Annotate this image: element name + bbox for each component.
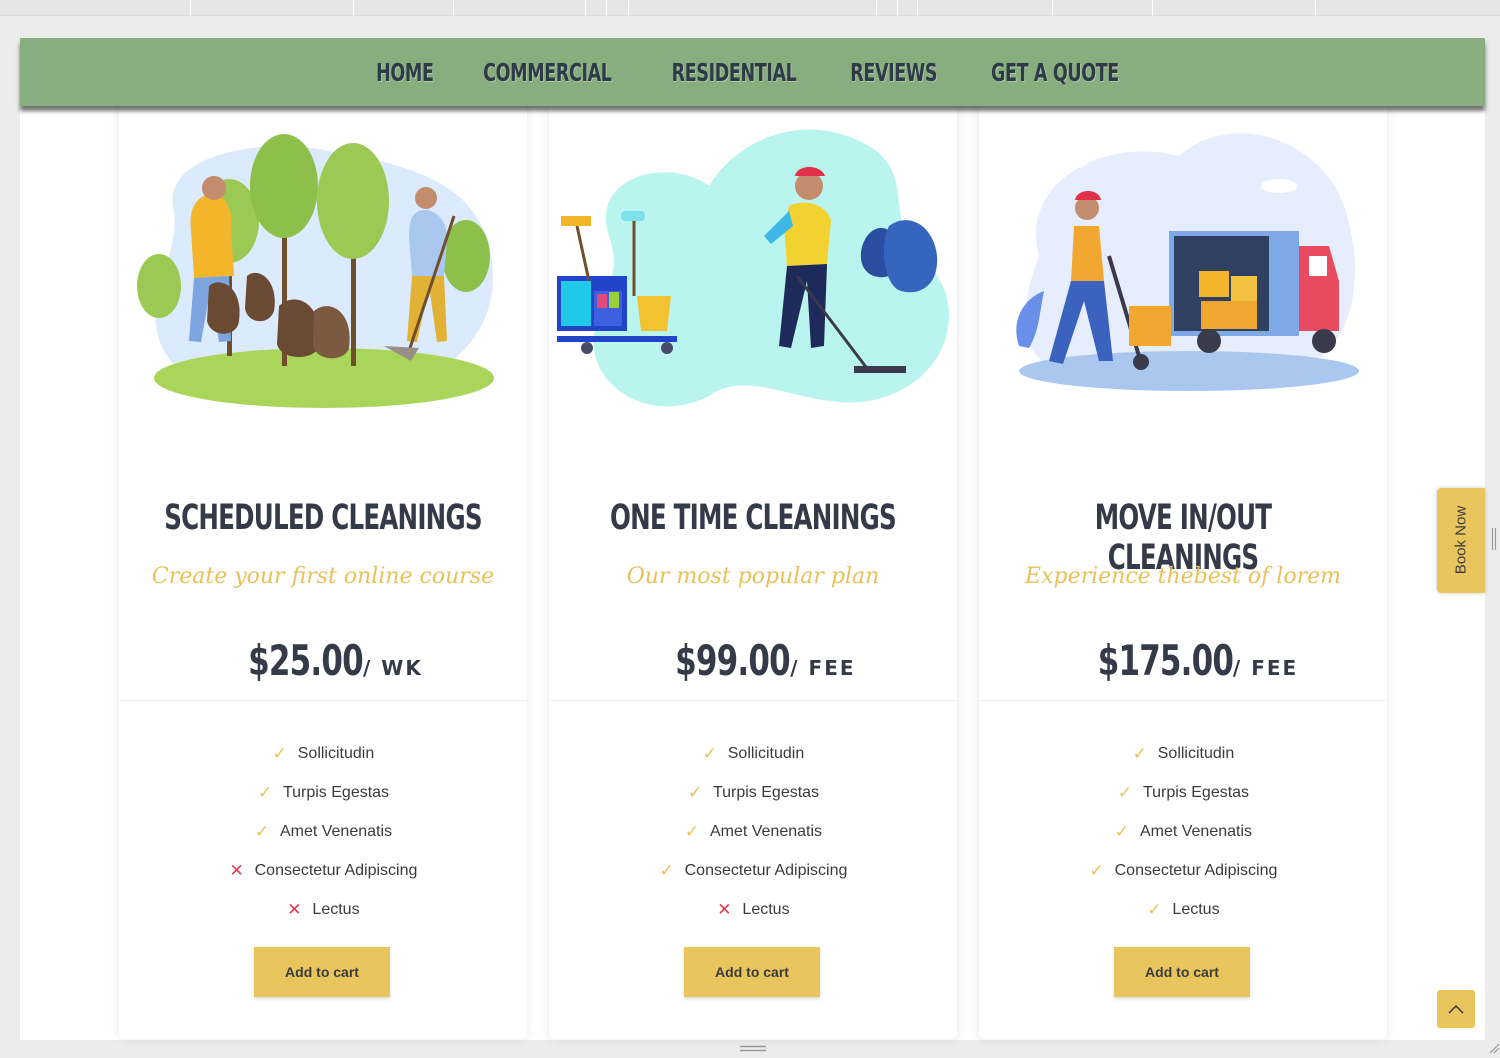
bottom-resize-handle[interactable] [740,1045,766,1052]
add-to-cart-button[interactable]: Add to cart [684,947,820,997]
feature-label: Amet Venenatis [279,822,393,840]
price-row: $25.00/ WK [119,636,527,685]
book-now-tab[interactable]: Book Now [1437,488,1485,593]
check-icon: ✓ [1089,860,1104,880]
divider [549,700,957,701]
feature-label: Lectus [742,900,790,918]
pricing-card-one-time: ONE TIME CLEANINGS Our most popular plan… [549,106,957,1039]
check-icon: ✓ [272,743,287,763]
plan-subtitle: Experience thebest of lorem [1025,564,1341,589]
check-icon: ✓ [1117,782,1133,802]
nav-commercial[interactable]: COMMERCIAL [483,58,612,87]
check-icon: ✓ [1147,899,1162,919]
feature-item: ✕ Lectus [549,890,957,929]
feature-label: Sollicitudin [1157,744,1235,762]
janitor-mopping-illustration [557,129,949,407]
check-icon: ✓ [684,821,700,841]
corner-resize-icon[interactable] [1488,1042,1500,1054]
feature-item: ✓ Consectetur Adipiscing [549,851,957,890]
plan-price: $25.00 [248,636,363,685]
feature-list: ✓ Sollicitudin ✓ Turpis Egestas ✓ Amet Vene… [119,734,527,929]
check-icon: ✓ [1114,821,1130,841]
feature-label: Turpis Egestas [1142,783,1250,801]
plan-period: / WK [362,656,423,680]
plan-title: SCHEDULED CLEANINGS [164,498,482,538]
feature-label: Turpis Egestas [712,783,820,801]
feature-label: Consectetur Adipiscing [1114,861,1278,879]
cross-icon: ✕ [287,899,302,919]
price-row: $99.00/ FEE [549,636,957,685]
chevron-up-icon [1448,1004,1464,1014]
feature-list: ✓ Sollicitudin ✓ Turpis Egestas ✓ Amet Vene… [549,734,957,929]
price-row: $175.00/ FEE [979,636,1387,685]
check-icon: ✓ [702,743,717,763]
check-icon: ✓ [257,782,273,802]
feature-label: Amet Venenatis [709,822,823,840]
nav-reviews[interactable]: REVIEWS [850,58,937,87]
plan-price: $99.00 [675,636,791,685]
pricing-card-scheduled: SCHEDULED CLEANINGS Create your first on… [119,106,527,1039]
book-now-label: Book Now [1452,505,1470,575]
feature-item: ✕ Consectetur Adipiscing [119,851,527,890]
feature-label: Lectus [1172,900,1220,918]
check-icon: ✓ [254,821,270,841]
divider [979,700,1387,701]
feature-item: ✓ Amet Venenatis [119,812,527,851]
feature-item: ✓ Sollicitudin [979,734,1387,773]
feature-item: ✓ Sollicitudin [119,734,527,773]
feature-label: Consectetur Adipiscing [684,861,848,879]
browser-top-strip [0,0,1500,16]
feature-item: ✓ Consectetur Adipiscing [979,851,1387,890]
feature-list: ✓ Sollicitudin ✓ Turpis Egestas ✓ Amet Vene… [979,734,1387,929]
check-icon: ✓ [1132,743,1147,763]
add-to-cart-button[interactable]: Add to cart [1114,947,1250,997]
feature-item: ✕ Lectus [119,890,527,929]
feature-item: ✓ Amet Venenatis [549,812,957,851]
feature-label: Amet Venenatis [1139,822,1253,840]
feature-label: Turpis Egestas [282,783,390,801]
nav-residential[interactable]: RESIDENTIAL [672,58,797,87]
side-resize-handle[interactable] [1491,528,1497,550]
feature-item: ✓ Turpis Egestas [549,773,957,812]
add-to-cart-button[interactable]: Add to cart [254,947,390,997]
feature-label: Lectus [312,900,360,918]
check-icon: ✓ [659,860,674,880]
feature-item: ✓ Sollicitudin [549,734,957,773]
plan-period: / FEE [1232,656,1299,680]
nav-get-a-quote[interactable]: GET A QUOTE [991,58,1119,87]
park-cleanup-illustration [137,134,494,408]
plan-subtitle: Create your first online course [151,564,495,589]
plan-subtitle: Our most popular plan [626,564,880,589]
cross-icon: ✕ [717,899,732,919]
check-icon: ✓ [687,782,703,802]
feature-label: Sollicitudin [727,744,805,762]
feature-item: ✓ Turpis Egestas [979,773,1387,812]
pricing-card-move: MOVE IN/OUT CLEANINGS Experience thebest… [979,106,1387,1039]
feature-item: ✓ Lectus [979,890,1387,929]
cross-icon: ✕ [229,860,244,880]
feature-label: Consectetur Adipiscing [254,861,418,879]
plan-price: $175.00 [1097,636,1234,685]
feature-label: Sollicitudin [297,744,375,762]
plan-period: / FEE [790,656,856,680]
feature-item: ✓ Turpis Egestas [119,773,527,812]
main-navigation: HOME COMMERCIAL RESIDENTIAL REVIEWS GET … [20,38,1485,106]
feature-item: ✓ Amet Venenatis [979,812,1387,851]
nav-home[interactable]: HOME [376,58,434,87]
plan-title: ONE TIME CLEANINGS [610,498,897,538]
moving-truck-illustration [1016,133,1359,391]
scroll-to-top-button[interactable] [1437,990,1475,1028]
divider [119,700,527,701]
